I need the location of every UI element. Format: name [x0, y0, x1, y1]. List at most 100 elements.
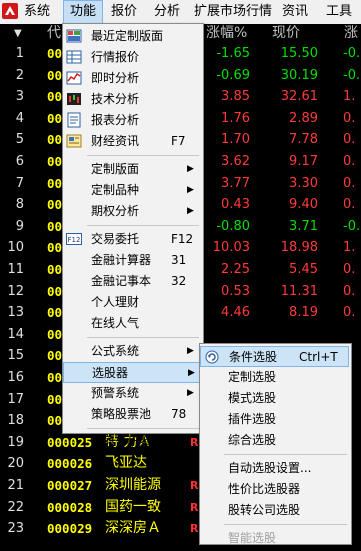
column-header-change[interactable]: 涨 — [344, 24, 358, 43]
row-index: 14 — [7, 326, 24, 342]
submenu-arrow-icon: ▶ — [187, 346, 194, 356]
menu-item-label: 插件选股 — [228, 412, 277, 426]
menu-item[interactable]: 预警系统 ▶ — [63, 383, 201, 404]
menubar-item-6[interactable]: 工具 — [320, 0, 358, 24]
menu-separator — [87, 428, 199, 429]
menubar-item-1[interactable]: 功能 — [63, 0, 104, 24]
stock-code: 000029 — [47, 521, 93, 537]
menu-item[interactable]: 期权分析 ▶ — [63, 201, 201, 222]
menu-item-label: 交易委托 — [91, 232, 140, 246]
current-price: 18.98 — [280, 240, 318, 256]
news-icon — [66, 133, 82, 149]
row-index: 1 — [15, 46, 24, 61]
menu-item[interactable]: 条件选股 Ctrl+T — [200, 346, 349, 367]
menubar-item-4[interactable]: 扩展市场行情 — [188, 0, 278, 24]
change-value: 1. — [343, 240, 356, 256]
menu-item[interactable]: 模式选股 — [200, 388, 349, 409]
menu-item-label: 金融计算器 — [91, 253, 152, 267]
menu-item-label: 金融记事本 — [91, 274, 152, 288]
menu-item[interactable]: 定制选股 — [200, 367, 349, 388]
change-pct: 10.03 — [212, 240, 250, 256]
row-index: 21 — [7, 478, 24, 493]
menubar-item-2[interactable]: 报价 — [105, 0, 143, 24]
row-index: 15 — [7, 348, 24, 364]
menu-item[interactable]: 个人理财 — [63, 292, 201, 313]
row-index: 22 — [7, 499, 24, 515]
menu-item-label: 公式系统 — [91, 344, 140, 358]
menu-item[interactable]: 行情报价 — [63, 47, 201, 68]
menubar-item-0[interactable]: 系统 — [18, 0, 56, 24]
row-index: 4 — [15, 110, 24, 126]
change-value: 0. — [343, 197, 356, 213]
svg-text:F12: F12 — [68, 236, 81, 244]
column-header-code[interactable]: 代 — [47, 24, 61, 43]
change-pct: -1.65 — [216, 46, 250, 61]
stock-code: 00 — [47, 240, 63, 256]
column-header-price[interactable]: 现价 — [272, 24, 300, 43]
menu-item-label: 江恩分析系统 — [91, 435, 164, 449]
menu-item[interactable]: 选股器 ▶ — [63, 362, 201, 383]
menu-item[interactable]: 公式系统 ▶ — [63, 341, 201, 362]
menu-item[interactable]: 定制版面 ▶ — [63, 159, 201, 180]
menu-item-label: 性价比选股器 — [228, 482, 301, 496]
menu-item[interactable]: 即时分析 — [63, 68, 201, 89]
change-pct: 4.46 — [221, 305, 250, 321]
current-price: 9.40 — [289, 197, 318, 213]
menu-item[interactable]: 财经资讯 F7 — [63, 131, 201, 152]
menu-item[interactable]: 报表分析 — [63, 110, 201, 131]
stock-code: 00 — [47, 197, 63, 213]
column-header-change-pct[interactable]: 涨幅% — [206, 24, 247, 43]
stock-code: 000026 — [47, 456, 93, 472]
submenu-arrow-icon: ▶ — [187, 185, 194, 195]
menu-item-shortcut: Ctrl+T — [299, 350, 338, 364]
row-index: 5 — [15, 132, 24, 148]
menu-item[interactable]: 插件选股 — [200, 409, 349, 430]
change-value: 0. — [343, 262, 356, 277]
menu-separator — [224, 454, 347, 455]
stock-code: 00 — [47, 154, 63, 169]
menubar-item-5[interactable]: 资讯 — [276, 0, 314, 24]
menubar-item-3[interactable]: 分析 — [148, 0, 186, 24]
menu-separator — [87, 225, 199, 226]
menu-item-label: 定制版面 — [91, 162, 140, 176]
menu-item[interactable]: F12 交易委托 F12 — [63, 229, 201, 250]
stock-name: 国药一致 — [105, 498, 161, 515]
row-index: 20 — [7, 456, 24, 472]
menu-item[interactable]: 金融计算器 31 — [63, 250, 201, 271]
change-pct: -0.69 — [216, 67, 250, 83]
submenu-arrow-icon: ▶ — [187, 388, 194, 398]
menu-item[interactable]: 江恩分析系统 — [63, 432, 201, 453]
change-value: 0. — [343, 154, 356, 169]
current-price: 9.17 — [289, 154, 318, 169]
stock-code: 00 — [47, 326, 63, 342]
menu-item[interactable]: 综合选股 — [200, 430, 349, 451]
menu-item-label: 个人理财 — [91, 295, 140, 309]
menu-item[interactable]: 技术分析 — [63, 89, 201, 110]
menu-item[interactable]: 金融记事本 32 — [63, 271, 201, 292]
menu-item[interactable]: 股转公司选股 — [200, 500, 349, 521]
menu-item-label: 选股器 — [92, 366, 129, 380]
stock-code: 00 — [47, 46, 63, 61]
menu-item-shortcut: F7 — [171, 134, 186, 148]
stock-code: 00 — [47, 262, 63, 277]
menu-item[interactable]: 性价比选股器 — [200, 479, 349, 500]
menu-item[interactable]: 最近定制版面 — [63, 26, 201, 47]
menu-item-label: 期权分析 — [91, 204, 140, 218]
row-index: 10 — [7, 240, 24, 256]
stock-code: 00 — [47, 413, 63, 429]
menu-item[interactable]: 定制品种 ▶ — [63, 180, 201, 201]
change-value: 1. — [343, 89, 356, 105]
sort-arrow-icon[interactable]: ▼ — [14, 24, 22, 43]
stock-code: 00 — [47, 370, 63, 385]
menu-item-label: 财经资讯 — [91, 134, 140, 148]
stock-code: 00 — [47, 89, 63, 105]
menu-item[interactable]: 在线人气 — [63, 313, 201, 334]
current-price: 11.31 — [280, 283, 318, 299]
menu-item-label: 报表分析 — [91, 113, 140, 127]
stock-name: 飞亚达 — [105, 455, 147, 472]
menu-item[interactable]: 自动选股设置... — [200, 458, 349, 479]
menu-item[interactable]: 策略股票池 78 — [63, 404, 201, 425]
row-index: 16 — [7, 370, 24, 385]
row-index: 18 — [7, 413, 24, 429]
change-value: -0. — [343, 67, 361, 83]
